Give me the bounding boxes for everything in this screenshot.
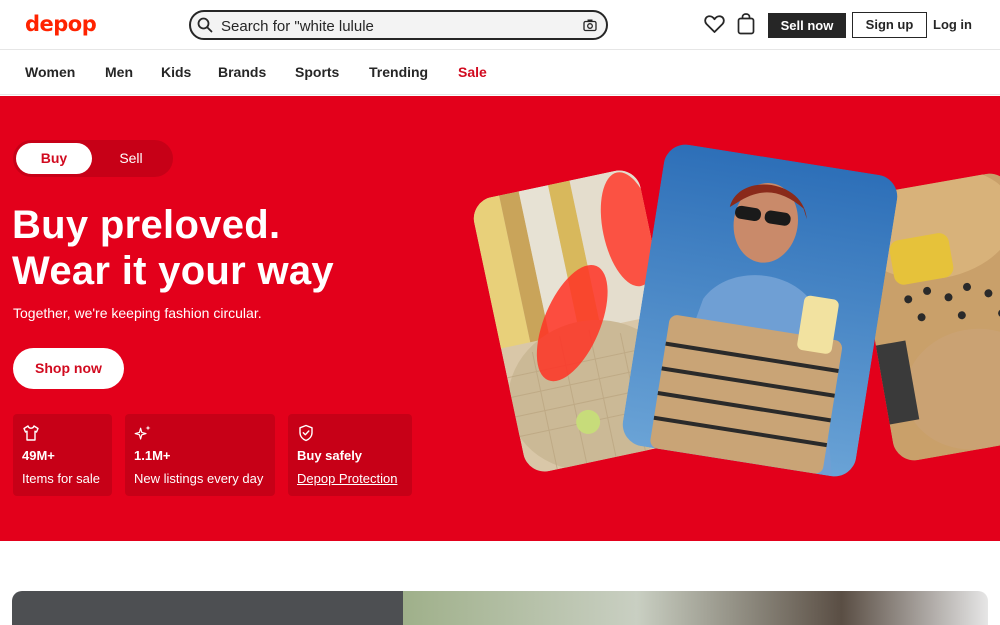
toggle-sell[interactable]: Sell <box>101 143 161 174</box>
site-header: depop Sell now Sign up Log in <box>0 0 1000 50</box>
sell-now-button[interactable]: Sell now <box>768 13 846 38</box>
depop-logo[interactable]: depop <box>25 12 97 36</box>
hero-title-line1: Buy preloved. <box>12 203 281 247</box>
collage-image-model <box>619 141 901 480</box>
hero-title: Buy preloved. Wear it your way <box>12 202 334 294</box>
stat-title: Buy safely <box>297 448 363 463</box>
promo-banner[interactable] <box>12 591 988 625</box>
bag-icon[interactable] <box>737 13 755 35</box>
stat-buy-safely: Buy safely Depop Protection <box>288 414 412 496</box>
nav-item-women[interactable]: Women <box>25 64 75 80</box>
nav-item-kids[interactable]: Kids <box>161 64 191 80</box>
nav-item-trending[interactable]: Trending <box>369 64 428 80</box>
buy-sell-toggle: Buy Sell <box>13 140 173 177</box>
hero-subtitle: Together, we're keeping fashion circular… <box>13 305 262 321</box>
camera-icon[interactable] <box>583 18 597 32</box>
stat-label: Items for sale <box>22 471 101 486</box>
promo-image <box>403 591 988 625</box>
heart-icon[interactable] <box>704 14 725 34</box>
stat-title: 49M+ <box>22 448 55 463</box>
depop-protection-link[interactable]: Depop Protection <box>297 471 397 486</box>
nav-item-brands[interactable]: Brands <box>218 64 266 80</box>
nav-item-sale[interactable]: Sale <box>458 64 487 80</box>
shop-now-button[interactable]: Shop now <box>13 348 124 389</box>
toggle-buy[interactable]: Buy <box>16 143 92 174</box>
log-in-link[interactable]: Log in <box>933 17 972 32</box>
stat-new-listings: 1.1M+ New listings every day <box>125 414 275 496</box>
nav-item-men[interactable]: Men <box>105 64 133 80</box>
search-bar[interactable] <box>189 10 608 40</box>
hero-title-line2: Wear it your way <box>12 249 334 293</box>
search-icon <box>197 17 213 33</box>
stat-items-for-sale: 49M+ Items for sale <box>13 414 112 496</box>
tshirt-icon <box>23 425 39 441</box>
nav-item-sports[interactable]: Sports <box>295 64 339 80</box>
stat-title: 1.1M+ <box>134 448 171 463</box>
stat-label: New listings every day <box>134 471 264 486</box>
search-input[interactable] <box>221 16 551 36</box>
category-nav: Women Men Kids Brands Sports Trending Sa… <box>0 51 1000 95</box>
hero-banner: Buy Sell Buy preloved. Wear it your way … <box>0 96 1000 541</box>
promo-panel <box>12 591 403 625</box>
sign-up-button[interactable]: Sign up <box>852 12 927 38</box>
shield-icon <box>299 424 313 442</box>
sparkle-icon <box>134 425 151 440</box>
